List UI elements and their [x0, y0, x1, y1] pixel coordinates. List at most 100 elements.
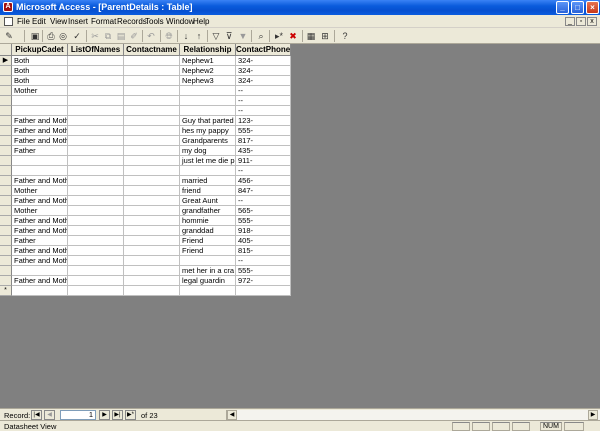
table-row[interactable]: Father and Moth legal guardin 972- — [0, 276, 291, 286]
menu-edit[interactable]: Edit — [32, 17, 46, 26]
record-selector[interactable] — [0, 246, 12, 256]
table-cell-contactname[interactable] — [124, 206, 180, 216]
table-cell-relationship[interactable]: Friend — [180, 236, 236, 246]
table-cell-contactphone[interactable]: -- — [236, 96, 291, 106]
table-cell-contactphone[interactable]: -- — [236, 166, 291, 176]
column-header-listofnames[interactable]: ListOfNames — [68, 44, 124, 56]
record-selector[interactable] — [0, 156, 12, 166]
table-cell-relationship[interactable]: granddad — [180, 226, 236, 236]
delete-record-icon[interactable]: ✖ — [288, 31, 298, 41]
table-cell-listofnames[interactable] — [68, 76, 124, 86]
table-cell-contactphone[interactable]: 817- — [236, 136, 291, 146]
column-header-relationship[interactable]: Relationship — [180, 44, 236, 56]
table-cell-listofnames[interactable] — [68, 276, 124, 286]
table-cell-contactname[interactable] — [124, 106, 180, 116]
child-minimize-button[interactable]: _ — [565, 17, 575, 26]
table-cell-pickupcadet[interactable]: Both — [12, 76, 68, 86]
table-cell-pickupcadet[interactable]: Father and Moth — [12, 276, 68, 286]
table-row[interactable]: Both Nephew2 324- — [0, 66, 291, 76]
current-record-input[interactable]: 1 — [60, 410, 96, 420]
table-cell-contactphone[interactable]: -- — [236, 86, 291, 96]
maximize-button[interactable]: □ — [571, 1, 584, 14]
table-cell-contactphone[interactable]: 324- — [236, 66, 291, 76]
close-button[interactable]: × — [586, 1, 599, 14]
table-cell-pickupcadet[interactable] — [12, 96, 68, 106]
table-cell-relationship[interactable]: Nephew3 — [180, 76, 236, 86]
find-icon[interactable]: ⌕ — [256, 31, 266, 41]
access-app-icon[interactable]: A — [3, 2, 13, 12]
table-cell-listofnames[interactable] — [68, 196, 124, 206]
table-cell-contactname[interactable] — [124, 166, 180, 176]
cut-icon[interactable]: ✂ — [90, 31, 100, 41]
menu-tools[interactable]: Tools — [145, 17, 164, 26]
record-selector[interactable] — [0, 206, 12, 216]
table-cell-contactphone[interactable]: 972- — [236, 276, 291, 286]
menu-window[interactable]: Window — [166, 17, 194, 26]
table-cell-relationship[interactable]: my dog — [180, 146, 236, 156]
table-cell-listofnames[interactable] — [68, 136, 124, 146]
format-painter-icon[interactable]: ✐ — [129, 31, 139, 41]
record-selector[interactable] — [0, 186, 12, 196]
table-row[interactable]: just let me die p 911- — [0, 156, 291, 166]
table-cell-listofnames[interactable] — [68, 226, 124, 236]
table-cell-contactname[interactable] — [124, 66, 180, 76]
filter-by-selection-icon[interactable]: ▽ — [211, 31, 221, 41]
table-cell-relationship[interactable]: met her in a cra — [180, 266, 236, 276]
table-cell-pickupcadet[interactable]: Both — [12, 66, 68, 76]
new-record-row[interactable]: * — [0, 286, 291, 296]
table-row[interactable]: ▶ Both Nephew1 324- — [0, 56, 291, 66]
table-cell-contactname[interactable] — [124, 266, 180, 276]
table-row[interactable]: Both Nephew3 324- — [0, 76, 291, 86]
table-cell-relationship[interactable]: married — [180, 176, 236, 186]
menu-view[interactable]: View — [50, 17, 67, 26]
paste-icon[interactable]: ▤ — [116, 31, 126, 41]
table-cell-relationship[interactable]: grandfather — [180, 206, 236, 216]
table-row[interactable]: Father and Moth -- — [0, 256, 291, 266]
table-cell-contactphone[interactable]: 555- — [236, 216, 291, 226]
table-cell-contactphone[interactable]: 405- — [236, 236, 291, 246]
new-record-icon[interactable]: ▸* — [274, 31, 284, 41]
record-selector[interactable] — [0, 136, 12, 146]
table-cell-relationship[interactable] — [180, 286, 236, 296]
table-cell-contactphone[interactable]: 555- — [236, 126, 291, 136]
table-row[interactable]: Father Friend 405- — [0, 236, 291, 246]
table-row[interactable]: Mother -- — [0, 86, 291, 96]
table-row[interactable]: Father my dog 435- — [0, 146, 291, 156]
table-cell-contactphone[interactable]: 456- — [236, 176, 291, 186]
table-cell-contactname[interactable] — [124, 86, 180, 96]
new-object-icon[interactable]: ⊞ — [320, 31, 330, 41]
record-selector[interactable] — [0, 146, 12, 156]
table-cell-contactname[interactable] — [124, 276, 180, 286]
table-cell-contactname[interactable] — [124, 286, 180, 296]
column-header-contactname[interactable]: Contactname — [124, 44, 180, 56]
table-cell-relationship[interactable]: friend — [180, 186, 236, 196]
table-cell-contactphone[interactable]: 555- — [236, 266, 291, 276]
table-cell-relationship[interactable] — [180, 96, 236, 106]
table-cell-contactphone[interactable]: 565- — [236, 206, 291, 216]
table-row[interactable]: Father and Moth Grandparents 817- — [0, 136, 291, 146]
table-cell-relationship[interactable]: Nephew1 — [180, 56, 236, 66]
table-cell-contactname[interactable] — [124, 246, 180, 256]
menu-file[interactable]: File — [17, 17, 30, 26]
select-all-corner[interactable] — [0, 44, 12, 56]
table-row[interactable]: -- — [0, 106, 291, 116]
table-cell-relationship[interactable]: Grandparents — [180, 136, 236, 146]
table-cell-pickupcadet[interactable] — [12, 166, 68, 176]
table-row[interactable]: Mother friend 847- — [0, 186, 291, 196]
print-icon[interactable]: ⎙ — [46, 31, 56, 41]
table-cell-pickupcadet[interactable]: Father and Moth — [12, 116, 68, 126]
table-cell-listofnames[interactable] — [68, 146, 124, 156]
table-cell-listofnames[interactable] — [68, 256, 124, 266]
menu-format[interactable]: Format — [91, 17, 116, 26]
record-selector[interactable] — [0, 236, 12, 246]
table-cell-contactphone[interactable]: 918- — [236, 226, 291, 236]
table-cell-listofnames[interactable] — [68, 156, 124, 166]
table-cell-contactname[interactable] — [124, 146, 180, 156]
table-cell-relationship[interactable]: Great Aunt — [180, 196, 236, 206]
record-selector[interactable] — [0, 216, 12, 226]
table-row[interactable]: Father and Moth hes my pappy 555- — [0, 126, 291, 136]
table-row[interactable]: Mother grandfather 565- — [0, 206, 291, 216]
record-selector[interactable] — [0, 116, 12, 126]
record-selector[interactable] — [0, 196, 12, 206]
record-selector[interactable] — [0, 226, 12, 236]
